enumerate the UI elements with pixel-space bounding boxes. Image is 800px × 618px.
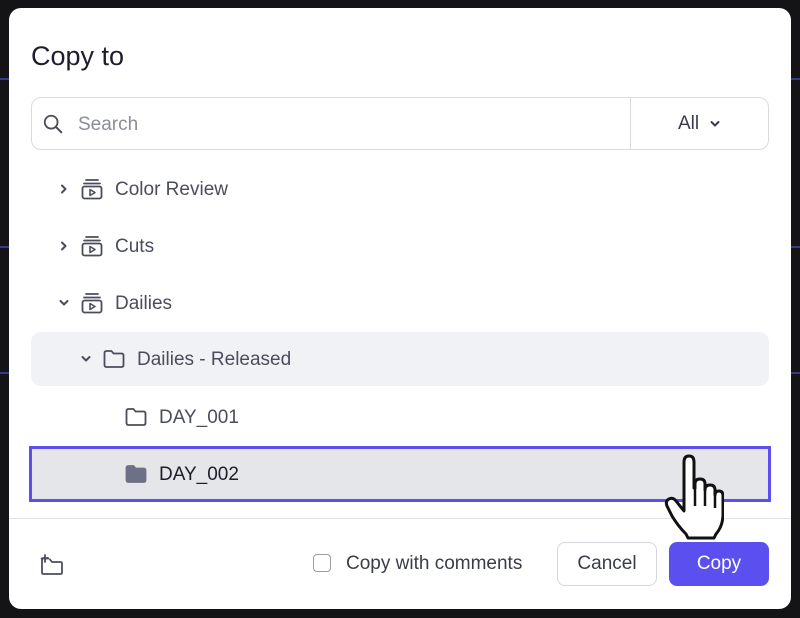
tree-item-day-001[interactable]: DAY_001 bbox=[31, 390, 769, 444]
chevron-right-icon[interactable] bbox=[58, 240, 70, 252]
filter-value: All bbox=[677, 112, 700, 134]
new-folder-icon[interactable] bbox=[39, 553, 65, 579]
filter-select[interactable]: All bbox=[631, 98, 768, 149]
copy-button[interactable]: Copy bbox=[669, 542, 769, 586]
chevron-down-icon[interactable] bbox=[58, 297, 70, 309]
chevron-right-icon[interactable] bbox=[58, 183, 70, 195]
chevron-down-icon bbox=[710, 120, 720, 126]
hand-pointer-icon bbox=[664, 454, 724, 540]
media-stack-icon bbox=[81, 293, 103, 314]
media-stack-icon bbox=[81, 179, 103, 200]
cancel-button[interactable]: Cancel bbox=[557, 542, 657, 586]
media-stack-icon bbox=[81, 236, 103, 257]
copy-with-comments-checkbox[interactable] bbox=[313, 554, 331, 572]
tree-item-label: Dailies bbox=[115, 293, 173, 314]
tree-item-dailies-released[interactable]: Dailies - Released bbox=[31, 332, 769, 386]
folder-icon bbox=[103, 350, 125, 368]
tree-item-label: Dailies - Released bbox=[137, 349, 292, 370]
tree-item-label: Cuts bbox=[115, 236, 155, 257]
tree-item-label: DAY_001 bbox=[159, 407, 239, 428]
copy-with-comments-label[interactable]: Copy with comments bbox=[346, 553, 522, 575]
tree-item-color-review[interactable]: Color Review bbox=[31, 162, 769, 216]
tree-item-cuts[interactable]: Cuts bbox=[31, 219, 769, 273]
search-bar: All bbox=[31, 97, 769, 150]
tree-item-day-002[interactable]: DAY_002 bbox=[29, 446, 771, 502]
tree-item-label: Color Review bbox=[115, 179, 228, 200]
folder-icon bbox=[125, 408, 147, 426]
search-icon bbox=[43, 114, 63, 134]
dialog-title: Copy to bbox=[31, 41, 125, 71]
search-input[interactable] bbox=[76, 108, 620, 142]
tree-item-label: DAY_002 bbox=[159, 464, 239, 485]
folder-filled-icon bbox=[125, 465, 147, 483]
tree-item-dailies[interactable]: Dailies bbox=[31, 276, 769, 330]
chevron-down-icon[interactable] bbox=[80, 353, 92, 365]
